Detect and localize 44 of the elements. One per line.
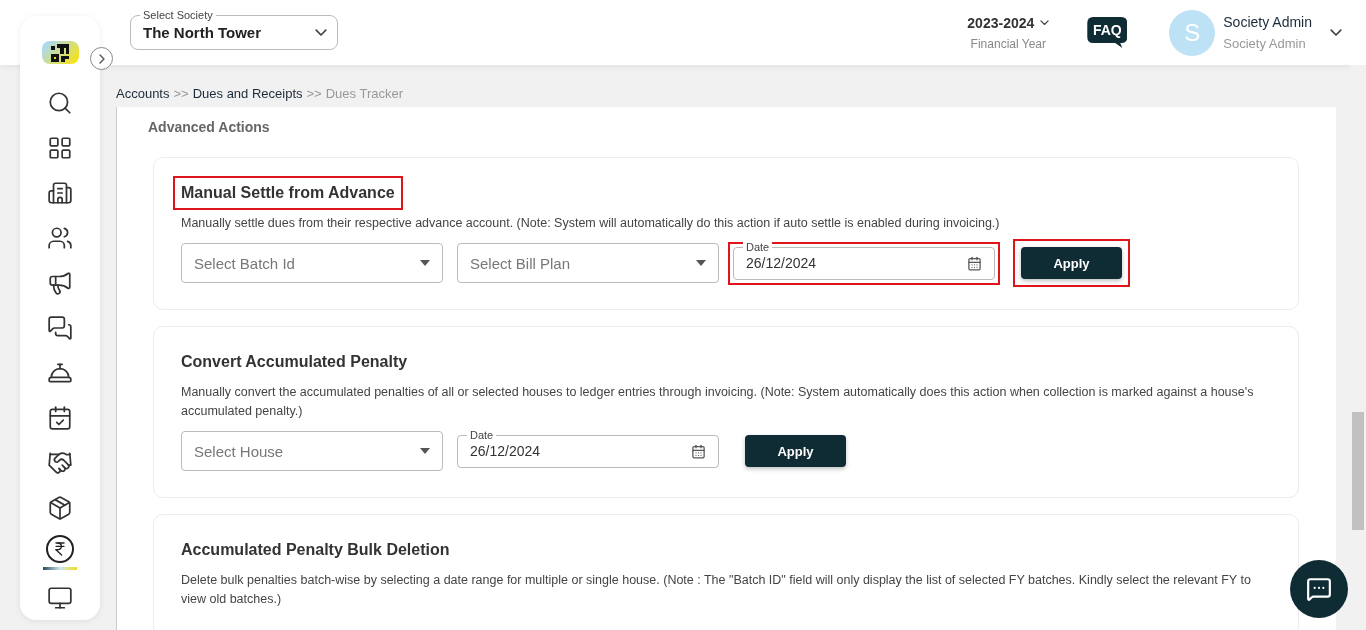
building-icon	[47, 179, 73, 206]
card-title: Accumulated Penalty Bulk Deletion	[181, 541, 450, 559]
rupee-icon	[46, 535, 74, 563]
chevron-down-icon[interactable]	[1330, 28, 1342, 37]
faq-button[interactable]: FAQ	[1087, 17, 1128, 48]
card-title: Convert Accumulated Penalty	[181, 353, 408, 371]
section-title: Advanced Actions	[148, 119, 271, 135]
select-field[interactable]: Select Bill Plan	[457, 243, 719, 283]
card-description: Delete bulk penalties batch-wise by selecting a date range for multiple or single house. (Note : The "Batch ID" field will only display the list of selected FY batches. Kindly select the relevant FY to view old batches.)	[181, 572, 1252, 608]
user-role: Society Admin	[1223, 36, 1307, 51]
card-description: Manually convert the accumulated penalties of all or selected houses to ledger entries through invoicing. (Note: System automatically does this action when collection is marked against a house's accumulated penalty.)	[181, 384, 1255, 420]
search-icon	[47, 89, 73, 116]
logo-icon[interactable]	[41, 41, 79, 64]
apply-button[interactable]: Apply	[745, 435, 846, 467]
chevron-right-icon	[98, 53, 105, 64]
box-icon	[47, 494, 73, 521]
breadcrumb-link[interactable]: Dues and Receipts	[192, 86, 303, 101]
grid-icon	[47, 134, 73, 161]
scrollbar-thumb[interactable]	[1352, 412, 1364, 530]
breadcrumb-separator: >>	[306, 86, 322, 101]
breadcrumb-link[interactable]: Accounts	[116, 86, 170, 101]
select-field[interactable]: Select House	[181, 431, 443, 471]
megaphone-icon	[47, 269, 73, 296]
chat-icon	[1306, 576, 1332, 602]
calendar-icon[interactable]	[691, 443, 706, 459]
monitor-icon	[47, 584, 73, 611]
user-name: Society Admin	[1223, 14, 1312, 30]
apply-button[interactable]: Apply	[1021, 247, 1122, 279]
select-field[interactable]: Select Batch Id	[181, 243, 443, 283]
handshake-icon	[47, 449, 73, 476]
breadcrumb-separator: >>	[173, 86, 189, 101]
card-title: Manual Settle from Advance	[181, 184, 395, 202]
calendar-icon[interactable]	[967, 255, 982, 271]
financial-year-value[interactable]: 2023-2024	[967, 14, 1035, 31]
caret-icon	[420, 260, 430, 266]
people-icon	[47, 224, 73, 251]
caret-icon	[420, 448, 430, 454]
chevron-down-icon	[315, 28, 327, 37]
caret-icon	[696, 260, 706, 266]
card-description: Manually settle dues from their respective advance account. (Note: System will automatically do this action if auto settle is enabled during invoicing.)	[181, 215, 1001, 232]
financial-year-label: Financial Year	[970, 36, 1046, 51]
chat-bubbles-icon	[47, 314, 73, 341]
chevron-down-icon[interactable]	[1040, 19, 1050, 26]
calendar-icon	[47, 404, 73, 431]
